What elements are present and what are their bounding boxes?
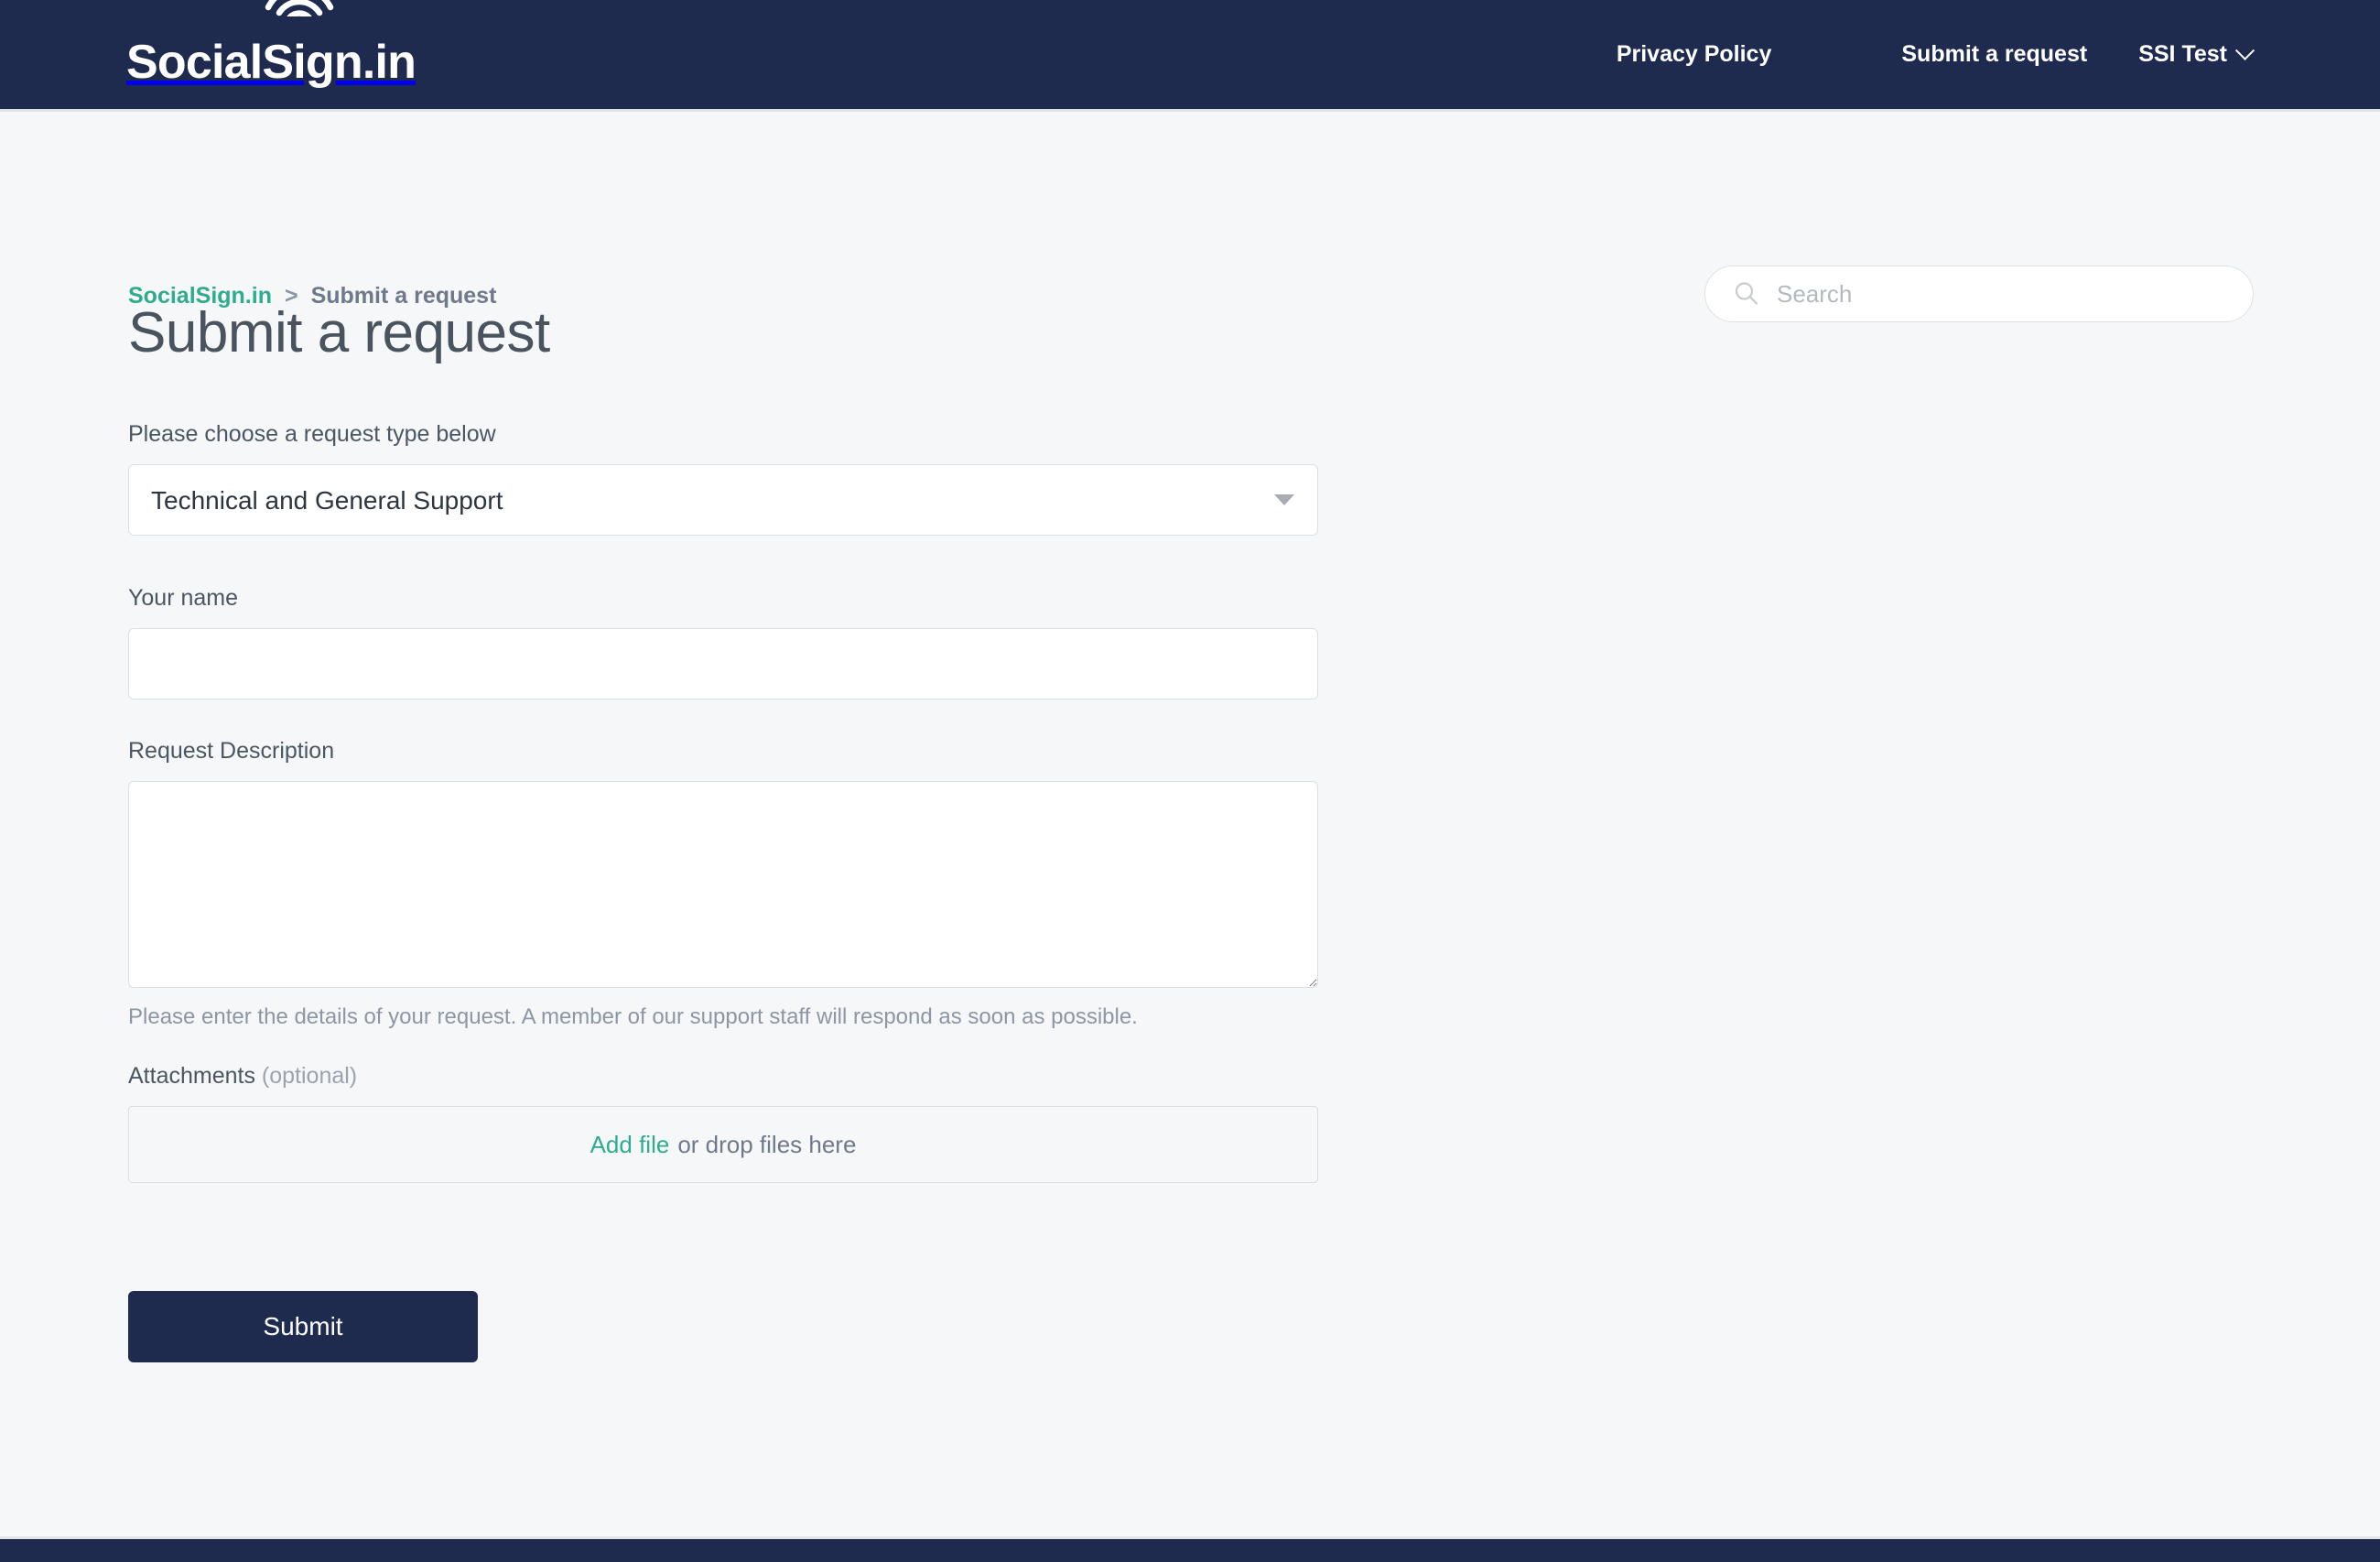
request-type-select-wrap: Technical and General Support <box>128 464 1318 537</box>
page-root: SocialSign.in Privacy Policy Submit a re… <box>0 0 2380 1562</box>
nav-link-privacy-policy[interactable]: Privacy Policy <box>1617 41 1772 68</box>
request-description-textarea[interactable] <box>128 781 1318 989</box>
submit-button[interactable]: Submit <box>128 1291 478 1363</box>
drop-files-text: or drop files here <box>677 1130 857 1158</box>
add-file-link[interactable]: Add file <box>590 1131 670 1159</box>
nav-link-submit-a-request[interactable]: Submit a request <box>1901 41 2087 68</box>
page-title: Submit a request <box>128 301 550 364</box>
attachments-dropzone[interactable]: Add file or drop files here <box>128 1106 1318 1184</box>
field-your-name: Your name <box>128 585 1336 700</box>
search-input[interactable] <box>1777 279 2180 309</box>
field-attachments: Attachments (optional) Add file or drop … <box>128 1063 1336 1184</box>
request-type-select[interactable]: Technical and General Support <box>128 464 1318 537</box>
request-form: Submit a request Please choose a request… <box>128 301 1336 1363</box>
search-icon <box>1735 282 1758 305</box>
your-name-input[interactable] <box>128 628 1318 700</box>
wifi-arc-icon <box>265 0 334 16</box>
header-nav: Privacy Policy Submit a request SSI Test <box>1617 0 2380 109</box>
attachments-label: Attachments (optional) <box>128 1063 1336 1090</box>
request-description-hint: Please enter the details of your request… <box>128 1004 1138 1030</box>
user-menu-label: SSI Test <box>2138 41 2227 67</box>
your-name-label: Your name <box>128 585 238 612</box>
chevron-down-icon <box>2234 40 2256 60</box>
user-menu-button[interactable]: SSI Test <box>2138 40 2256 68</box>
attachments-label-text: Attachments <box>128 1063 255 1090</box>
request-type-label: Please choose a request type below <box>128 421 496 448</box>
site-header: SocialSign.in Privacy Policy Submit a re… <box>0 0 2380 112</box>
subheader-bar: SocialSign.in > Submit a request <box>0 112 2380 322</box>
site-logo[interactable]: SocialSign.in <box>126 0 416 89</box>
field-request-type: Please choose a request type below Techn… <box>128 421 1336 537</box>
site-footer <box>0 1536 2380 1562</box>
request-description-label: Request Description <box>128 738 335 765</box>
logo-wordmark: SocialSign.in <box>126 36 416 89</box>
attachments-optional-text: (optional) <box>261 1063 358 1090</box>
search-box[interactable] <box>1704 266 2254 322</box>
field-request-description: Request Description Please enter the det… <box>128 738 1336 1030</box>
